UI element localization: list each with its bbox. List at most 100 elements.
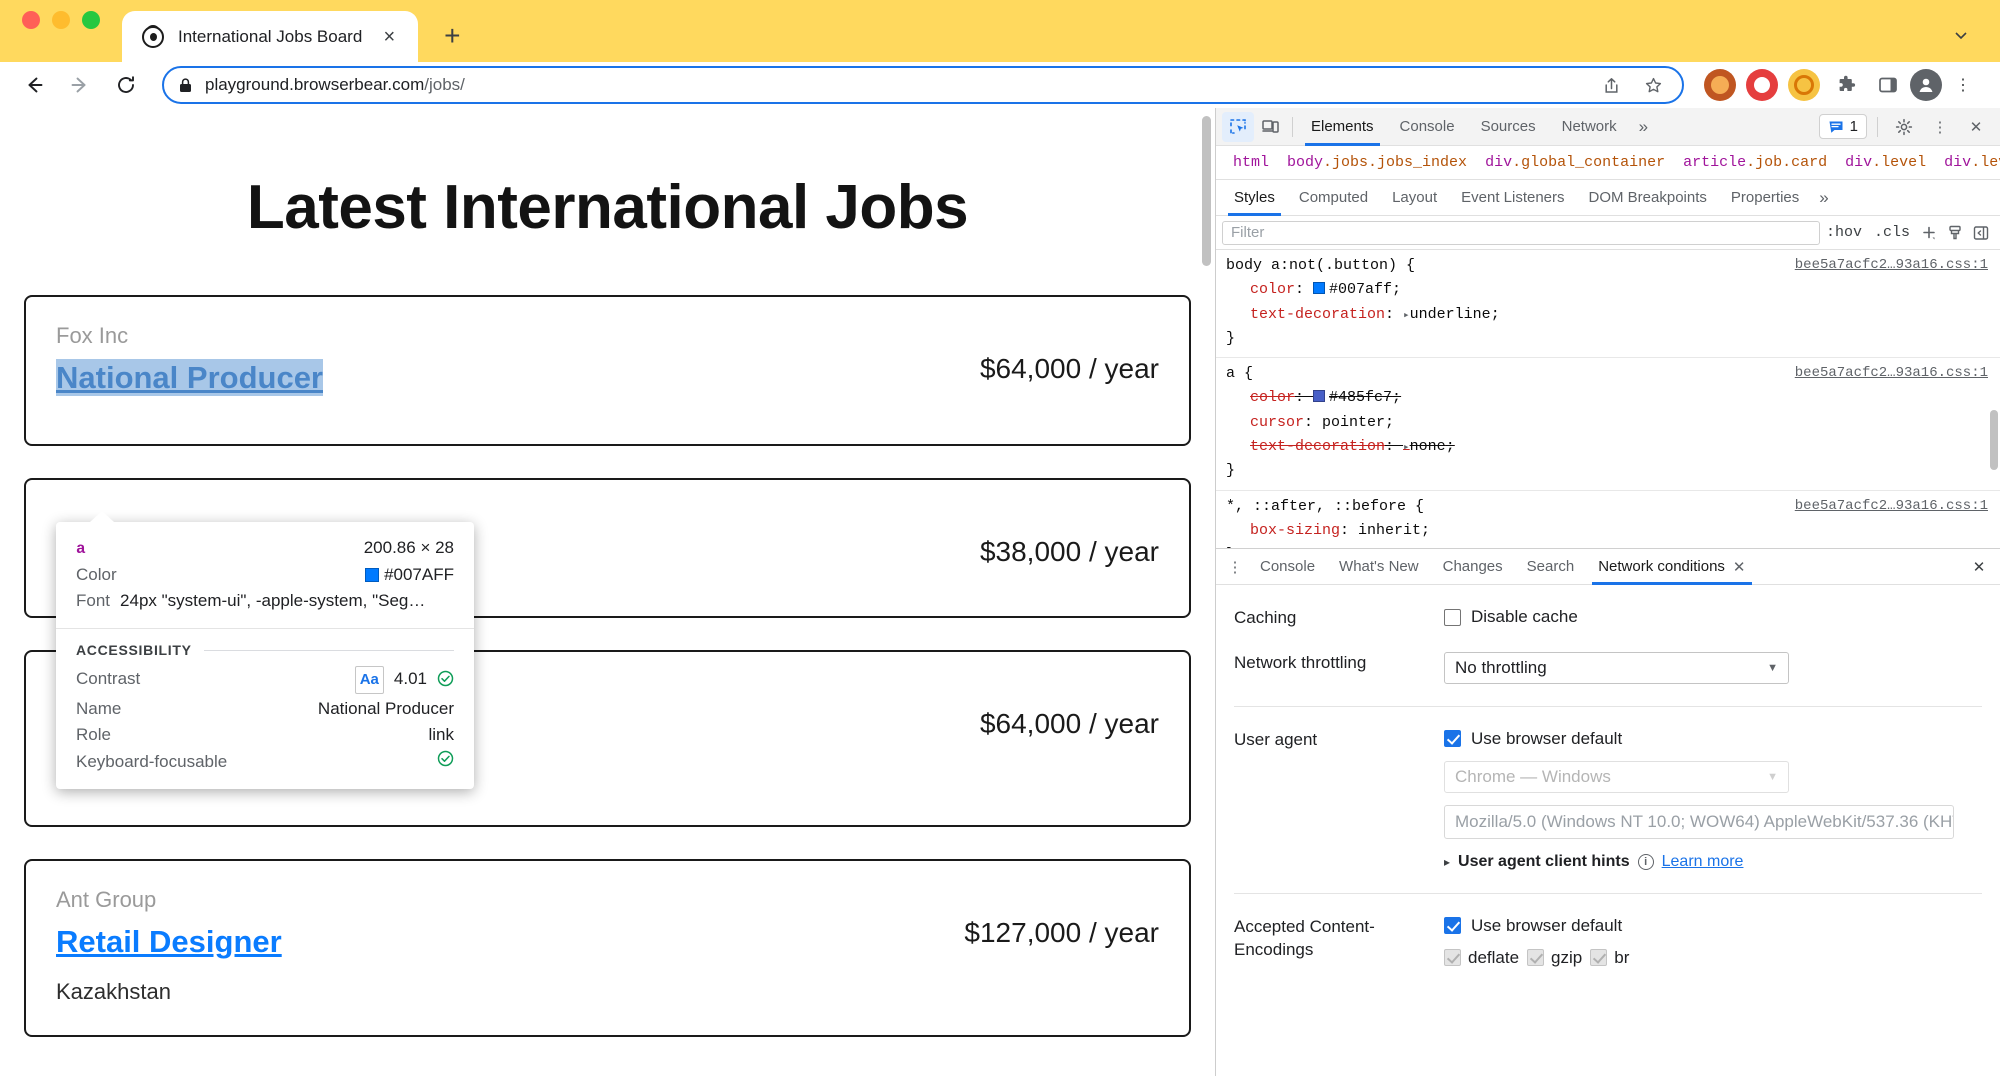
profile-avatar[interactable]	[1910, 69, 1942, 101]
close-devtools-icon[interactable]: ✕	[1960, 112, 1992, 142]
cls-toggle[interactable]: .cls	[1868, 224, 1916, 241]
tab-console[interactable]: Console	[1388, 108, 1467, 146]
chrome-menu-button[interactable]: ⋮	[1948, 67, 1978, 103]
drawer-tab-network-conditions[interactable]: Network conditions ✕	[1586, 549, 1757, 585]
device-toolbar-icon[interactable]	[1254, 112, 1286, 142]
css-declaration[interactable]: color: #007aff;	[1226, 278, 1990, 302]
subtab-properties[interactable]: Properties	[1719, 180, 1811, 216]
css-declaration-overridden[interactable]: color: #485fc7;	[1226, 386, 1990, 410]
new-tab-button[interactable]: +	[432, 16, 472, 56]
css-source-link[interactable]: bee5a7acfc2…93a16.css:1	[1795, 495, 1988, 518]
ua-browser-default-checkbox[interactable]: Use browser default	[1444, 729, 1982, 749]
drawer-tab-whats-new[interactable]: What's New	[1327, 549, 1431, 585]
breadcrumb-article[interactable]: article.job.card	[1674, 146, 1836, 179]
css-declaration-overridden[interactable]: text-decoration: ▸none;	[1226, 435, 1990, 459]
checkbox-box[interactable]	[1527, 949, 1545, 967]
expand-triangle-icon[interactable]: ▸	[1444, 855, 1450, 869]
share-icon[interactable]	[1596, 70, 1626, 100]
css-source-link[interactable]: bee5a7acfc2…93a16.css:1	[1795, 254, 1988, 277]
reload-button[interactable]	[106, 65, 146, 105]
encoding-gzip-checkbox[interactable]: gzip	[1527, 948, 1582, 968]
checkbox-box[interactable]	[1444, 949, 1461, 967]
subtabs-more-icon[interactable]: »	[1811, 188, 1836, 208]
job-title-link[interactable]: National Producer	[56, 359, 323, 397]
breadcrumb-level-left[interactable]: div.level-left	[1935, 146, 2000, 179]
side-panel-icon[interactable]	[1872, 69, 1904, 101]
network-throttling-select[interactable]: No throttling ▼	[1444, 651, 1789, 684]
css-rule-a[interactable]: a { bee5a7acfc2…93a16.css:1 color: #485f…	[1216, 358, 2000, 491]
ua-preset-select[interactable]: Chrome — Windows ▼	[1444, 760, 1789, 793]
checkbox-box[interactable]	[1444, 730, 1461, 748]
sidebar-toggle-icon[interactable]	[1968, 220, 1994, 246]
bookmark-star-icon[interactable]	[1638, 70, 1668, 100]
css-source-link[interactable]: bee5a7acfc2…93a16.css:1	[1795, 362, 1988, 385]
close-tab-button[interactable]: ×	[376, 24, 402, 50]
checkbox-box[interactable]	[1590, 949, 1608, 967]
encoding-deflate-checkbox[interactable]: deflate	[1444, 948, 1519, 968]
maximize-window-button[interactable]	[82, 11, 100, 29]
job-title-link[interactable]: Retail Designer	[56, 923, 282, 960]
css-rule-partial-top[interactable]: body a:not(.button) { bee5a7acfc2…93a16.…	[1216, 250, 2000, 359]
learn-more-link[interactable]: Learn more	[1662, 853, 1744, 871]
disable-cache-checkbox[interactable]: Disable cache	[1444, 607, 1982, 627]
subtab-computed[interactable]: Computed	[1287, 180, 1380, 216]
drawer-tab-changes[interactable]: Changes	[1431, 549, 1515, 585]
checkbox-box[interactable]	[1444, 608, 1461, 626]
drawer-tab-search[interactable]: Search	[1515, 549, 1587, 585]
checkbox-box[interactable]	[1444, 917, 1461, 935]
user-agent-client-hints-row[interactable]: ▸ User agent client hints i Learn more	[1444, 853, 1982, 871]
subtab-layout[interactable]: Layout	[1380, 180, 1449, 216]
more-tabs-icon[interactable]: »	[1631, 117, 1656, 137]
subtab-event-listeners[interactable]: Event Listeners	[1449, 180, 1576, 216]
breadcrumb-body[interactable]: body.jobs.jobs_index	[1278, 146, 1476, 179]
hov-toggle[interactable]: :hov	[1820, 224, 1868, 241]
new-style-rule-icon[interactable]	[1916, 220, 1942, 246]
extensions-puzzle-icon[interactable]	[1830, 69, 1862, 101]
red-extension-icon[interactable]	[1746, 69, 1778, 101]
info-icon[interactable]: i	[1637, 853, 1654, 870]
inspect-element-icon[interactable]	[1222, 111, 1254, 142]
page-scrollbar[interactable]	[1200, 108, 1213, 1076]
orange-extension-icon[interactable]	[1788, 69, 1820, 101]
breadcrumb-level[interactable]: div.level	[1836, 146, 1935, 179]
browser-tab[interactable]: International Jobs Board ×	[122, 11, 419, 63]
drawer-tab-console[interactable]: Console	[1248, 549, 1327, 585]
job-card[interactable]: Ant Group Retail Designer $127,000 / yea…	[24, 859, 1191, 1037]
breadcrumb-global-container[interactable]: div.global_container	[1476, 146, 1674, 179]
subtab-dom-breakpoints[interactable]: DOM Breakpoints	[1577, 180, 1719, 216]
job-card[interactable]: Fox Inc National Producer $64,000 / year	[24, 295, 1191, 447]
close-window-button[interactable]	[22, 11, 40, 29]
encoding-br-checkbox[interactable]: br	[1590, 948, 1629, 968]
css-declaration[interactable]: cursor: pointer;	[1226, 411, 1990, 435]
css-declaration[interactable]: text-decoration: ▸underline;	[1226, 303, 1990, 327]
css-declaration[interactable]: box-sizing: inherit;	[1226, 519, 1990, 543]
tab-sources[interactable]: Sources	[1469, 108, 1548, 146]
styles-rules-pane[interactable]: body a:not(.button) { bee5a7acfc2…93a16.…	[1216, 250, 2000, 548]
styles-scrollbar-thumb[interactable]	[1990, 410, 1998, 470]
computed-styles-brush-icon[interactable]	[1942, 220, 1968, 246]
css-color-swatch[interactable]	[1313, 390, 1326, 403]
devtools-menu-icon[interactable]: ⋮	[1924, 112, 1956, 142]
styles-filter-input[interactable]: Filter	[1222, 220, 1820, 245]
page-scrollbar-thumb[interactable]	[1202, 116, 1211, 266]
minimize-window-button[interactable]	[52, 11, 70, 29]
tab-network[interactable]: Network	[1550, 108, 1629, 146]
issues-badge[interactable]: 1	[1818, 114, 1867, 139]
close-drawer-icon[interactable]: ✕	[1964, 552, 1994, 582]
gear-icon[interactable]	[1888, 112, 1920, 142]
forward-button[interactable]	[60, 65, 100, 105]
drawer-menu-icon[interactable]: ⋮	[1222, 558, 1248, 576]
user-agent-string-input[interactable]: Mozilla/5.0 (Windows NT 10.0; WOW64) App…	[1444, 804, 1954, 839]
browserbear-extension-icon[interactable]	[1704, 69, 1736, 101]
css-rule-universal[interactable]: *, ::after, ::before { bee5a7acfc2…93a16…	[1216, 491, 2000, 548]
css-color-swatch[interactable]	[1313, 282, 1326, 295]
subtab-styles[interactable]: Styles	[1222, 180, 1287, 216]
tab-search-button[interactable]	[1948, 22, 1974, 48]
styles-scrollbar[interactable]	[1988, 410, 1999, 548]
back-button[interactable]	[14, 65, 54, 105]
close-network-conditions-icon[interactable]: ✕	[1733, 558, 1746, 576]
tab-elements[interactable]: Elements	[1299, 108, 1386, 146]
address-bar[interactable]: playground.browserbear.com/jobs/	[162, 66, 1684, 104]
encodings-browser-default-checkbox[interactable]: Use browser default	[1444, 916, 1982, 936]
breadcrumb-html[interactable]: html	[1224, 146, 1278, 179]
